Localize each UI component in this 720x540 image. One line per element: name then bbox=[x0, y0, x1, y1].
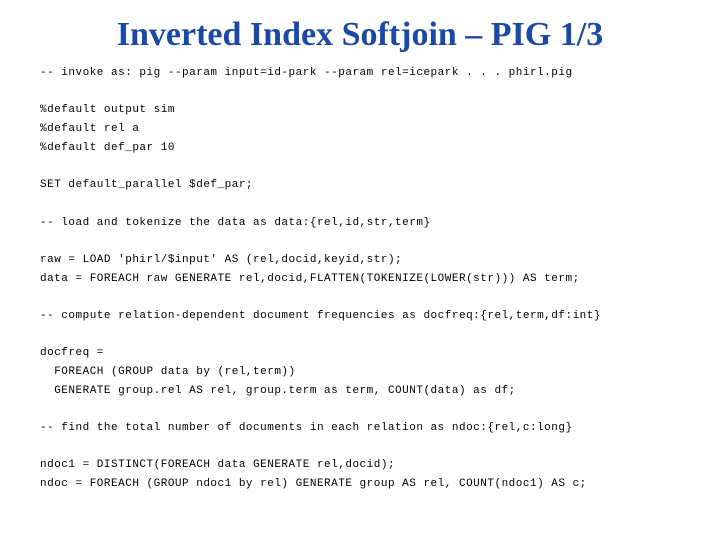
slide-title: Inverted Index Softjoin – PIG 1/3 bbox=[40, 16, 680, 54]
code-line: docfreq = bbox=[40, 347, 104, 359]
code-line: %default rel a bbox=[40, 123, 139, 135]
code-line: FOREACH (GROUP data by (rel,term)) bbox=[40, 366, 296, 378]
code-line: -- compute relation-dependent document f… bbox=[40, 310, 601, 322]
code-line: data = FOREACH raw GENERATE rel,docid,FL… bbox=[40, 273, 580, 285]
code-line: %default def_par 10 bbox=[40, 142, 175, 154]
code-line: ndoc = FOREACH (GROUP ndoc1 by rel) GENE… bbox=[40, 478, 587, 490]
code-block: -- invoke as: pig --param input=id-park … bbox=[40, 64, 680, 494]
code-line: SET default_parallel $def_par; bbox=[40, 179, 253, 191]
code-line: GENERATE group.rel AS rel, group.term as… bbox=[40, 385, 516, 397]
code-line: -- load and tokenize the data as data:{r… bbox=[40, 217, 431, 229]
code-line: -- find the total number of documents in… bbox=[40, 422, 573, 434]
code-line: -- invoke as: pig --param input=id-park … bbox=[40, 67, 573, 79]
code-line: raw = LOAD 'phirl/$input' AS (rel,docid,… bbox=[40, 254, 402, 266]
code-line: %default output sim bbox=[40, 104, 175, 116]
slide-container: Inverted Index Softjoin – PIG 1/3 -- inv… bbox=[0, 0, 720, 510]
code-line: ndoc1 = DISTINCT(FOREACH data GENERATE r… bbox=[40, 459, 395, 471]
